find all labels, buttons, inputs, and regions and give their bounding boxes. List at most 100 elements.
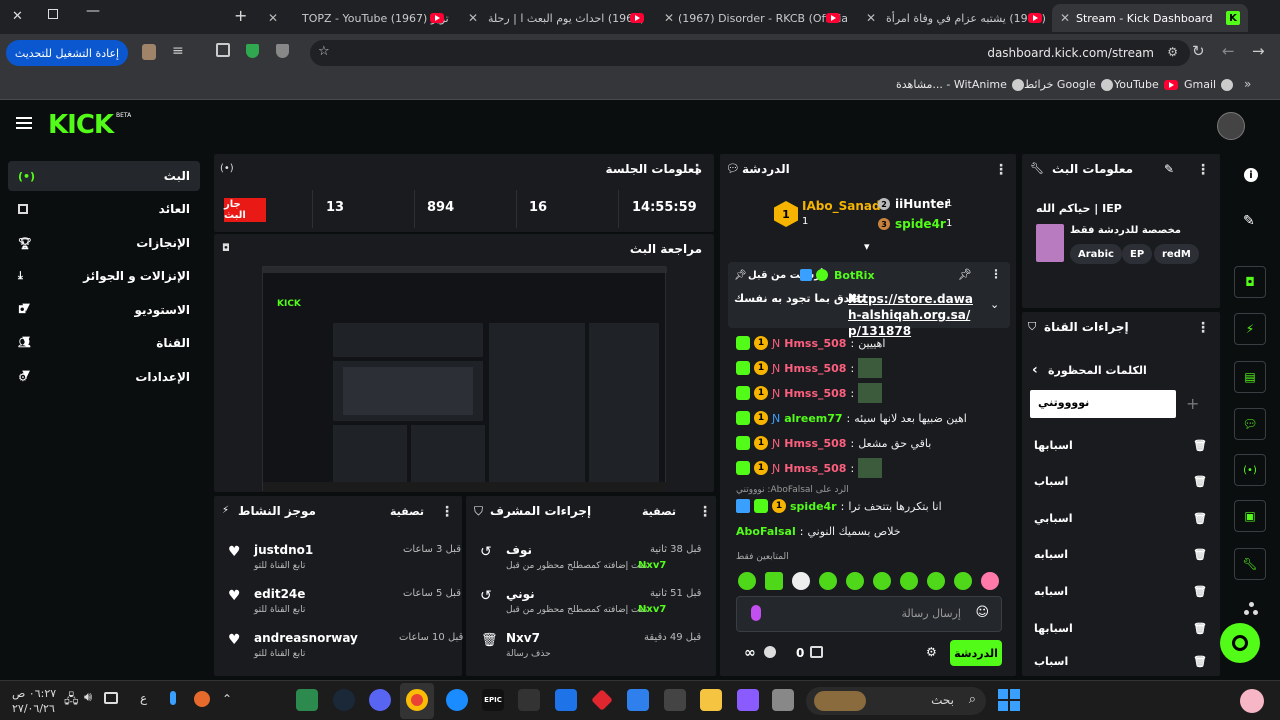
trash-icon[interactable]: 🗑︎: [1193, 655, 1207, 668]
emote-icon[interactable]: [927, 572, 945, 590]
stream-preview-video[interactable]: KICK: [262, 266, 667, 492]
chat-message[interactable]: 1 spide4r: انا بتكررها بتتحف ترا: [736, 495, 1006, 517]
top-chatter[interactable]: iiHunter: [895, 197, 950, 211]
kebab-menu-icon[interactable]: ⋮: [440, 504, 454, 520]
dots-icon[interactable]: [1244, 602, 1258, 616]
discord-icon[interactable]: [369, 689, 391, 711]
filter-button[interactable]: تصفية: [390, 505, 424, 518]
top-chatter[interactable]: IAbo_Sanad: [802, 199, 881, 213]
activity-user[interactable]: justdno1: [254, 543, 313, 557]
mod-toggle[interactable]: ▣: [1234, 500, 1266, 532]
volume-icon[interactable]: 🔊︎: [84, 690, 92, 705]
chevron-up-icon[interactable]: ⌃: [222, 692, 232, 706]
trash-icon[interactable]: 🗑︎: [1193, 475, 1207, 488]
chat-message[interactable]: 1Ɲ Hmss_508: باقي حق مشعل: [736, 432, 1006, 454]
mod-action-by[interactable]: Nxv7: [638, 560, 666, 571]
extension-icon[interactable]: [142, 44, 156, 60]
mod-action-by[interactable]: Nxv7: [638, 604, 666, 615]
media-icon[interactable]: ≡: [172, 43, 184, 59]
extensions-puzzle-icon[interactable]: [216, 43, 230, 57]
sidebar-item-revenue[interactable]: العائد: [8, 194, 200, 224]
chat-message[interactable]: 1Ɲ Hmss_508:: [736, 357, 1006, 379]
undo-icon[interactable]: ↺: [480, 544, 492, 560]
kebab-menu-icon[interactable]: ⋮: [990, 267, 1002, 281]
close-tab-icon[interactable]: ✕: [468, 11, 478, 25]
close-tab-icon[interactable]: ✕: [268, 11, 278, 25]
privacy-shield-icon[interactable]: [276, 44, 289, 58]
forward-icon[interactable]: ←: [1222, 42, 1235, 60]
taskview-icon[interactable]: [772, 689, 794, 711]
tag-pill[interactable]: redM: [1154, 244, 1199, 264]
close-tab-icon[interactable]: ✕: [866, 11, 876, 25]
display-icon[interactable]: [104, 692, 118, 704]
bookmark-youtube[interactable]: YouTube: [1114, 78, 1178, 91]
restore-window-icon[interactable]: [48, 9, 58, 19]
edge-icon[interactable]: [446, 689, 468, 711]
app-icon[interactable]: [296, 689, 318, 711]
tray-app-icon[interactable]: [194, 691, 210, 707]
language-indicator[interactable]: ع: [140, 691, 147, 705]
kick-logo[interactable]: KICK: [48, 110, 114, 140]
chat-message[interactable]: 1Ɲ alreem77: اهين ضبيها بعد لانها سيئه: [736, 407, 1006, 429]
tab-youtube-3[interactable]: ✕ (1967) احداث يوم البعث ا | رحلة: [462, 4, 652, 32]
taskbar-search[interactable]: بحث ⌕: [806, 687, 986, 715]
edit-icon[interactable]: ✎: [1243, 213, 1255, 229]
banned-word-input[interactable]: نووووتني: [1030, 390, 1176, 418]
collapse-icon[interactable]: ▾: [864, 240, 870, 253]
chat-message[interactable]: 1Ɲ Hmss_508:: [736, 382, 1006, 404]
chrome-icon[interactable]: [406, 689, 428, 711]
mod-action-word[interactable]: Nxv7: [506, 631, 540, 645]
shield-icon[interactable]: [246, 44, 259, 58]
reload-icon[interactable]: ↻: [1192, 42, 1205, 60]
emote-icon[interactable]: [792, 572, 810, 590]
trash-icon[interactable]: 🗑︎: [1193, 585, 1207, 598]
chat-message[interactable]: 1Ɲ Hmss_508: اهييين: [736, 332, 1006, 354]
avatar[interactable]: [1217, 112, 1245, 140]
steam-icon[interactable]: [333, 689, 355, 711]
close-tab-icon[interactable]: ✕: [1060, 11, 1070, 25]
tab-youtube-4[interactable]: ✕ TOPZ - YouTube تويز (1967): [262, 4, 452, 32]
broadcast-toggle[interactable]: (•): [1234, 454, 1266, 486]
sidebar-item-drops[interactable]: ⤓ الإنزالات و الجوائز: [8, 261, 200, 291]
widgets-icon[interactable]: [1240, 689, 1264, 713]
sidebar-item-studio[interactable]: ◘ الاستوديو ▼: [8, 295, 200, 325]
site-settings-icon[interactable]: ⚙: [1167, 45, 1178, 59]
menu-icon[interactable]: [16, 117, 32, 119]
tab-kick-dashboard[interactable]: ✕ Stream - Kick Dashboard K: [1052, 4, 1248, 32]
close-window-icon[interactable]: ✕: [12, 9, 23, 24]
kebab-menu-icon[interactable]: ⋮: [698, 504, 712, 520]
emote-icon[interactable]: [954, 572, 972, 590]
category-thumbnail[interactable]: [1036, 224, 1064, 262]
pinned-user[interactable]: BotRix: [834, 269, 875, 282]
tab-youtube-1[interactable]: ✕ (1967) يشتبه عزام في وفاة امرأة: [860, 4, 1050, 32]
bookmark-gmail[interactable]: Gmail: [1184, 78, 1234, 91]
back-chevron-icon[interactable]: ‹: [1032, 362, 1038, 378]
bookmark-google-maps[interactable]: خرائط Google: [1024, 78, 1113, 91]
bookmark-witanime[interactable]: مشاهدة... - WitAnime: [896, 78, 1024, 91]
emote-icon[interactable]: [873, 572, 891, 590]
chat-message[interactable]: 1Ɲ Hmss_508:: [736, 457, 1006, 479]
trash-icon[interactable]: 🗑︎: [1193, 548, 1207, 561]
tab-youtube-2[interactable]: ✕ (1967) Disorder - RKCB (Official: [658, 4, 848, 32]
activity-user[interactable]: edit24e: [254, 587, 305, 601]
pin-toggle-icon[interactable]: 📌︎: [958, 268, 972, 281]
sidebar-item-channel[interactable]: 👥︎ القناة ▼: [8, 328, 200, 358]
chat-input[interactable]: إرسال رسالة ☺: [736, 596, 1002, 632]
bookmark-star-icon[interactable]: ☆: [318, 44, 330, 59]
undo-icon[interactable]: ↺: [480, 588, 492, 604]
trash-icon[interactable]: 🗑︎: [1193, 439, 1207, 452]
trash-icon[interactable]: 🗑︎: [1193, 512, 1207, 525]
microphone-icon[interactable]: [751, 605, 761, 621]
activity-user[interactable]: andreasnorway: [254, 631, 358, 645]
app-icon[interactable]: [518, 689, 540, 711]
emote-icon[interactable]: [900, 572, 918, 590]
trash-icon[interactable]: 🗑︎: [1193, 622, 1207, 635]
sidebar-item-stream[interactable]: (•) البث: [8, 161, 200, 191]
update-button[interactable]: إعادة التشغيل للتحديث: [6, 40, 128, 66]
store-icon[interactable]: [664, 689, 686, 711]
emote-icon[interactable]: [765, 572, 783, 590]
emote-icon[interactable]: [819, 572, 837, 590]
chevron-down-icon[interactable]: ⌄: [990, 298, 999, 311]
new-tab-icon[interactable]: +: [234, 6, 247, 25]
mail-icon[interactable]: [627, 689, 649, 711]
